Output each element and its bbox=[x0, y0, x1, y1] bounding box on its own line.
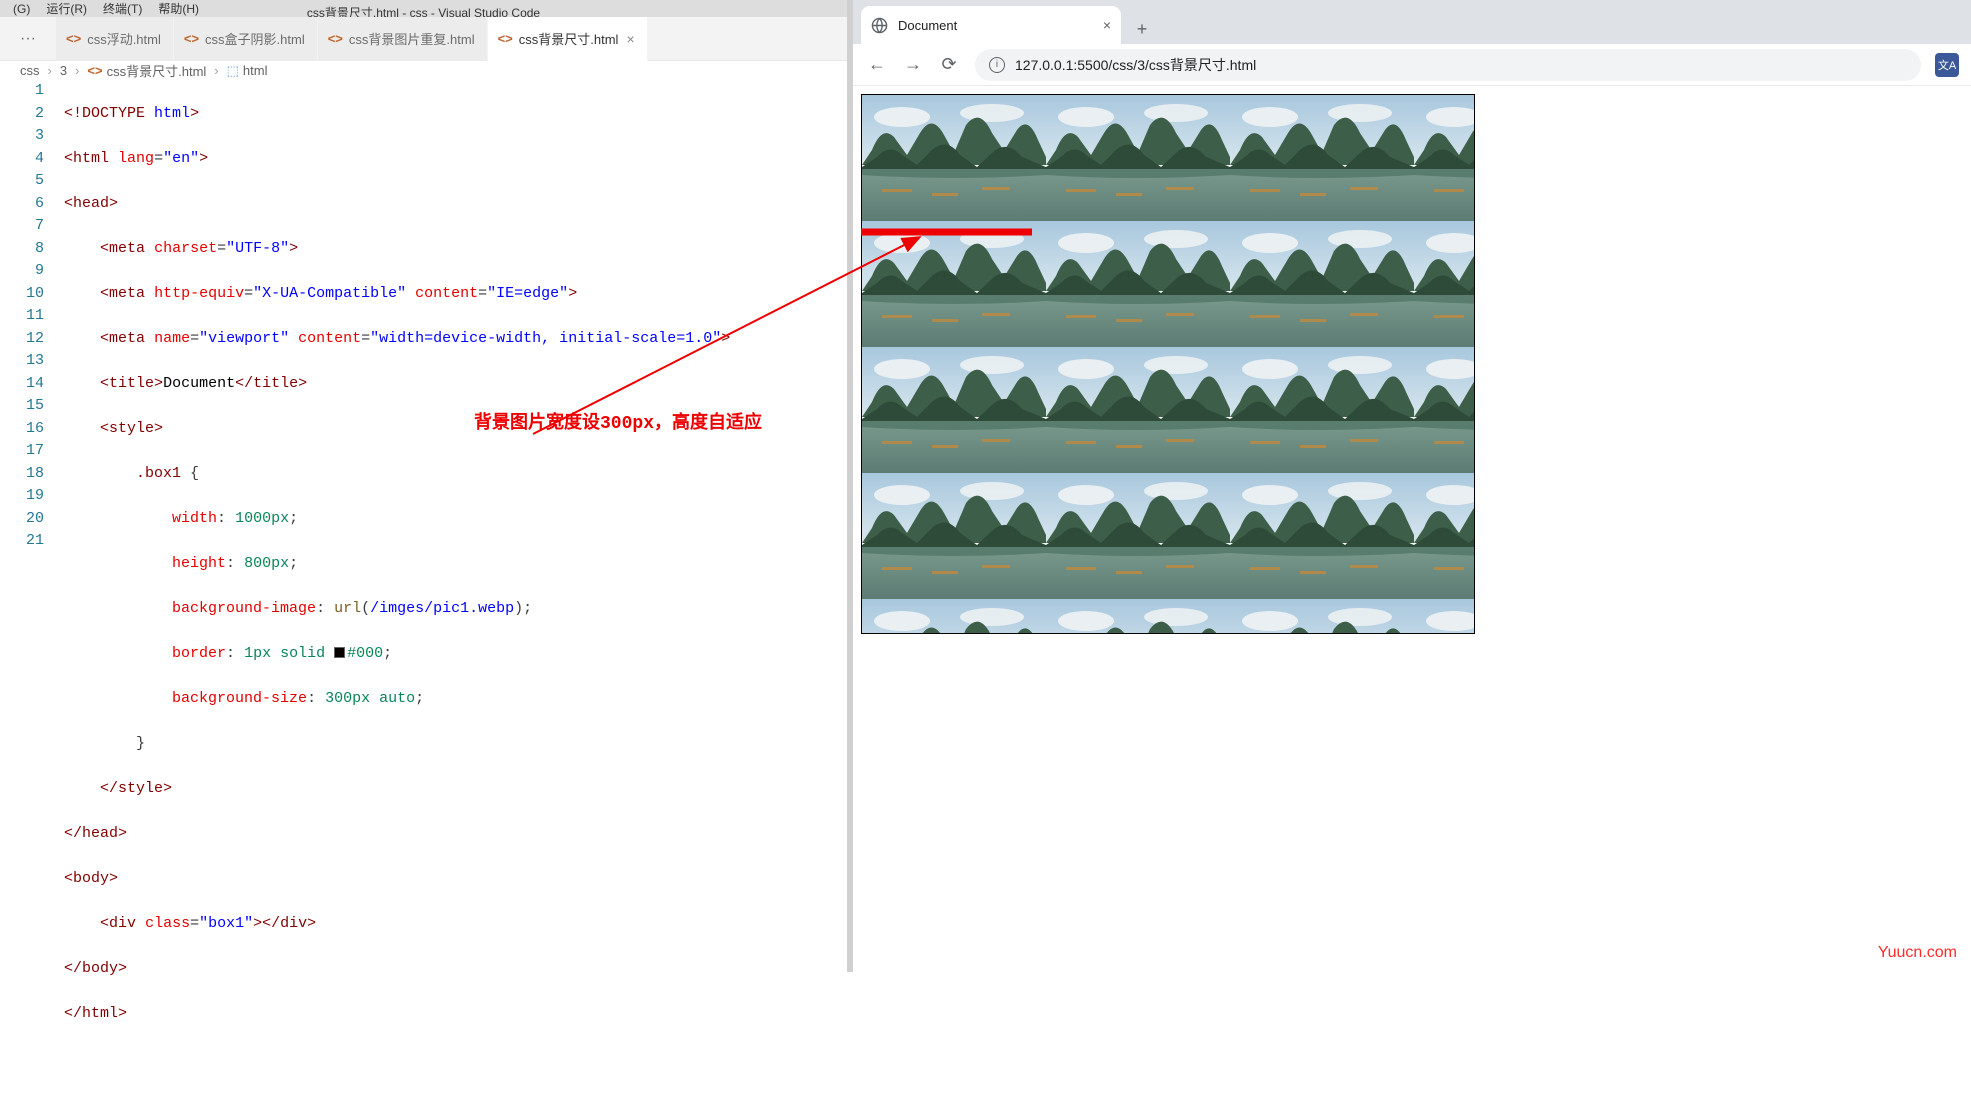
tab-css-bgsize[interactable]: <> css背景尺寸.html × bbox=[488, 17, 648, 61]
browser-tab[interactable]: Document × bbox=[861, 6, 1121, 44]
globe-icon bbox=[871, 17, 888, 34]
menu-run[interactable]: 运行(R) bbox=[38, 0, 95, 17]
bg-tile bbox=[1230, 347, 1414, 473]
tab-label: css背景图片重复.html bbox=[349, 29, 475, 48]
bg-tile bbox=[1046, 473, 1230, 599]
watermark: Yuucn.com bbox=[1878, 944, 1957, 962]
bg-tile bbox=[1414, 599, 1475, 634]
bg-tile bbox=[1414, 347, 1475, 473]
more-icon[interactable]: ··· bbox=[0, 30, 56, 48]
browser-tab-title: Document bbox=[898, 18, 957, 33]
bg-tile bbox=[862, 221, 1046, 347]
vscode-pane: (G) 运行(R) 终端(T) 帮助(H) css背景尺寸.html - css… bbox=[0, 0, 847, 972]
tab-label: css盒子阴影.html bbox=[205, 29, 305, 48]
breadcrumb: css› 3› <> css背景尺寸.html› ⬚ html bbox=[0, 61, 847, 80]
annotation-text: 背景图片宽度设300px，高度自适应 bbox=[474, 413, 762, 436]
bg-tile bbox=[862, 599, 1046, 634]
line-gutter: 123456789101112131415161718192021 bbox=[0, 80, 64, 1093]
code-content[interactable]: <!DOCTYPE html> <html lang="en"> <head> … bbox=[64, 80, 847, 1093]
crumb-folder[interactable]: 3 bbox=[60, 63, 67, 78]
bg-tile bbox=[1230, 473, 1414, 599]
back-button[interactable]: ← bbox=[861, 49, 893, 81]
bg-tile bbox=[1046, 599, 1230, 634]
file-icon: <> bbox=[184, 31, 199, 46]
tab-css-bgrepeat[interactable]: <> css背景图片重复.html bbox=[318, 17, 488, 61]
browser-pane: Document × + ← → ⟳ i 127.0.0.1:5500/css/… bbox=[853, 0, 1971, 972]
menubar: (G) 运行(R) 终端(T) 帮助(H) bbox=[0, 0, 847, 17]
color-swatch-icon bbox=[334, 647, 345, 658]
file-icon: <> bbox=[66, 31, 81, 46]
close-icon[interactable]: × bbox=[1103, 17, 1111, 33]
bg-tile bbox=[1414, 221, 1475, 347]
tab-css-shadow[interactable]: <> css盒子阴影.html bbox=[174, 17, 318, 61]
bg-tile bbox=[862, 473, 1046, 599]
menu-help[interactable]: 帮助(H) bbox=[150, 0, 207, 17]
bg-tile bbox=[862, 347, 1046, 473]
bg-tile bbox=[1046, 347, 1230, 473]
file-icon: <> bbox=[328, 31, 343, 46]
browser-viewport bbox=[853, 86, 1971, 972]
bg-tile bbox=[1230, 221, 1414, 347]
file-icon: <> bbox=[498, 31, 513, 46]
tab-label: css背景尺寸.html bbox=[519, 29, 619, 48]
code-editor[interactable]: 123456789101112131415161718192021 <!DOCT… bbox=[0, 80, 847, 1093]
reload-button[interactable]: ⟳ bbox=[933, 49, 965, 81]
bg-tile bbox=[862, 95, 1046, 221]
bg-tile bbox=[1230, 599, 1414, 634]
bg-tile bbox=[1046, 221, 1230, 347]
bg-tile bbox=[1230, 95, 1414, 221]
crumb-symbol[interactable]: html bbox=[243, 63, 268, 78]
symbol-icon: ⬚ bbox=[227, 63, 239, 79]
address-bar[interactable]: i 127.0.0.1:5500/css/3/css背景尺寸.html bbox=[975, 49, 1921, 81]
close-icon[interactable]: × bbox=[626, 31, 634, 47]
site-info-icon[interactable]: i bbox=[989, 57, 1005, 73]
menu-g[interactable]: (G) bbox=[5, 2, 38, 16]
bg-tile bbox=[1414, 473, 1475, 599]
tab-css-float[interactable]: <> css浮动.html bbox=[56, 17, 174, 61]
forward-button[interactable]: → bbox=[897, 49, 929, 81]
file-icon: <> bbox=[87, 63, 102, 78]
demo-box bbox=[861, 94, 1475, 634]
crumb-file[interactable]: css背景尺寸.html bbox=[107, 61, 207, 80]
bg-tile bbox=[1414, 95, 1475, 221]
editor-tabs: ··· <> css浮动.html <> css盒子阴影.html <> css背景图… bbox=[0, 17, 847, 61]
app-root: (G) 运行(R) 终端(T) 帮助(H) css背景尺寸.html - css… bbox=[0, 0, 1971, 972]
tab-label: css浮动.html bbox=[87, 29, 161, 48]
url-text: 127.0.0.1:5500/css/3/css背景尺寸.html bbox=[1015, 55, 1256, 75]
browser-toolbar: ← → ⟳ i 127.0.0.1:5500/css/3/css背景尺寸.htm… bbox=[853, 44, 1971, 86]
menu-terminal[interactable]: 终端(T) bbox=[95, 0, 150, 17]
browser-tabstrip: Document × + bbox=[853, 0, 1971, 44]
crumb-folder[interactable]: css bbox=[20, 63, 40, 78]
translate-extension-icon[interactable]: 文A bbox=[1935, 53, 1959, 77]
new-tab-button[interactable]: + bbox=[1127, 14, 1157, 44]
bg-tile bbox=[1046, 95, 1230, 221]
